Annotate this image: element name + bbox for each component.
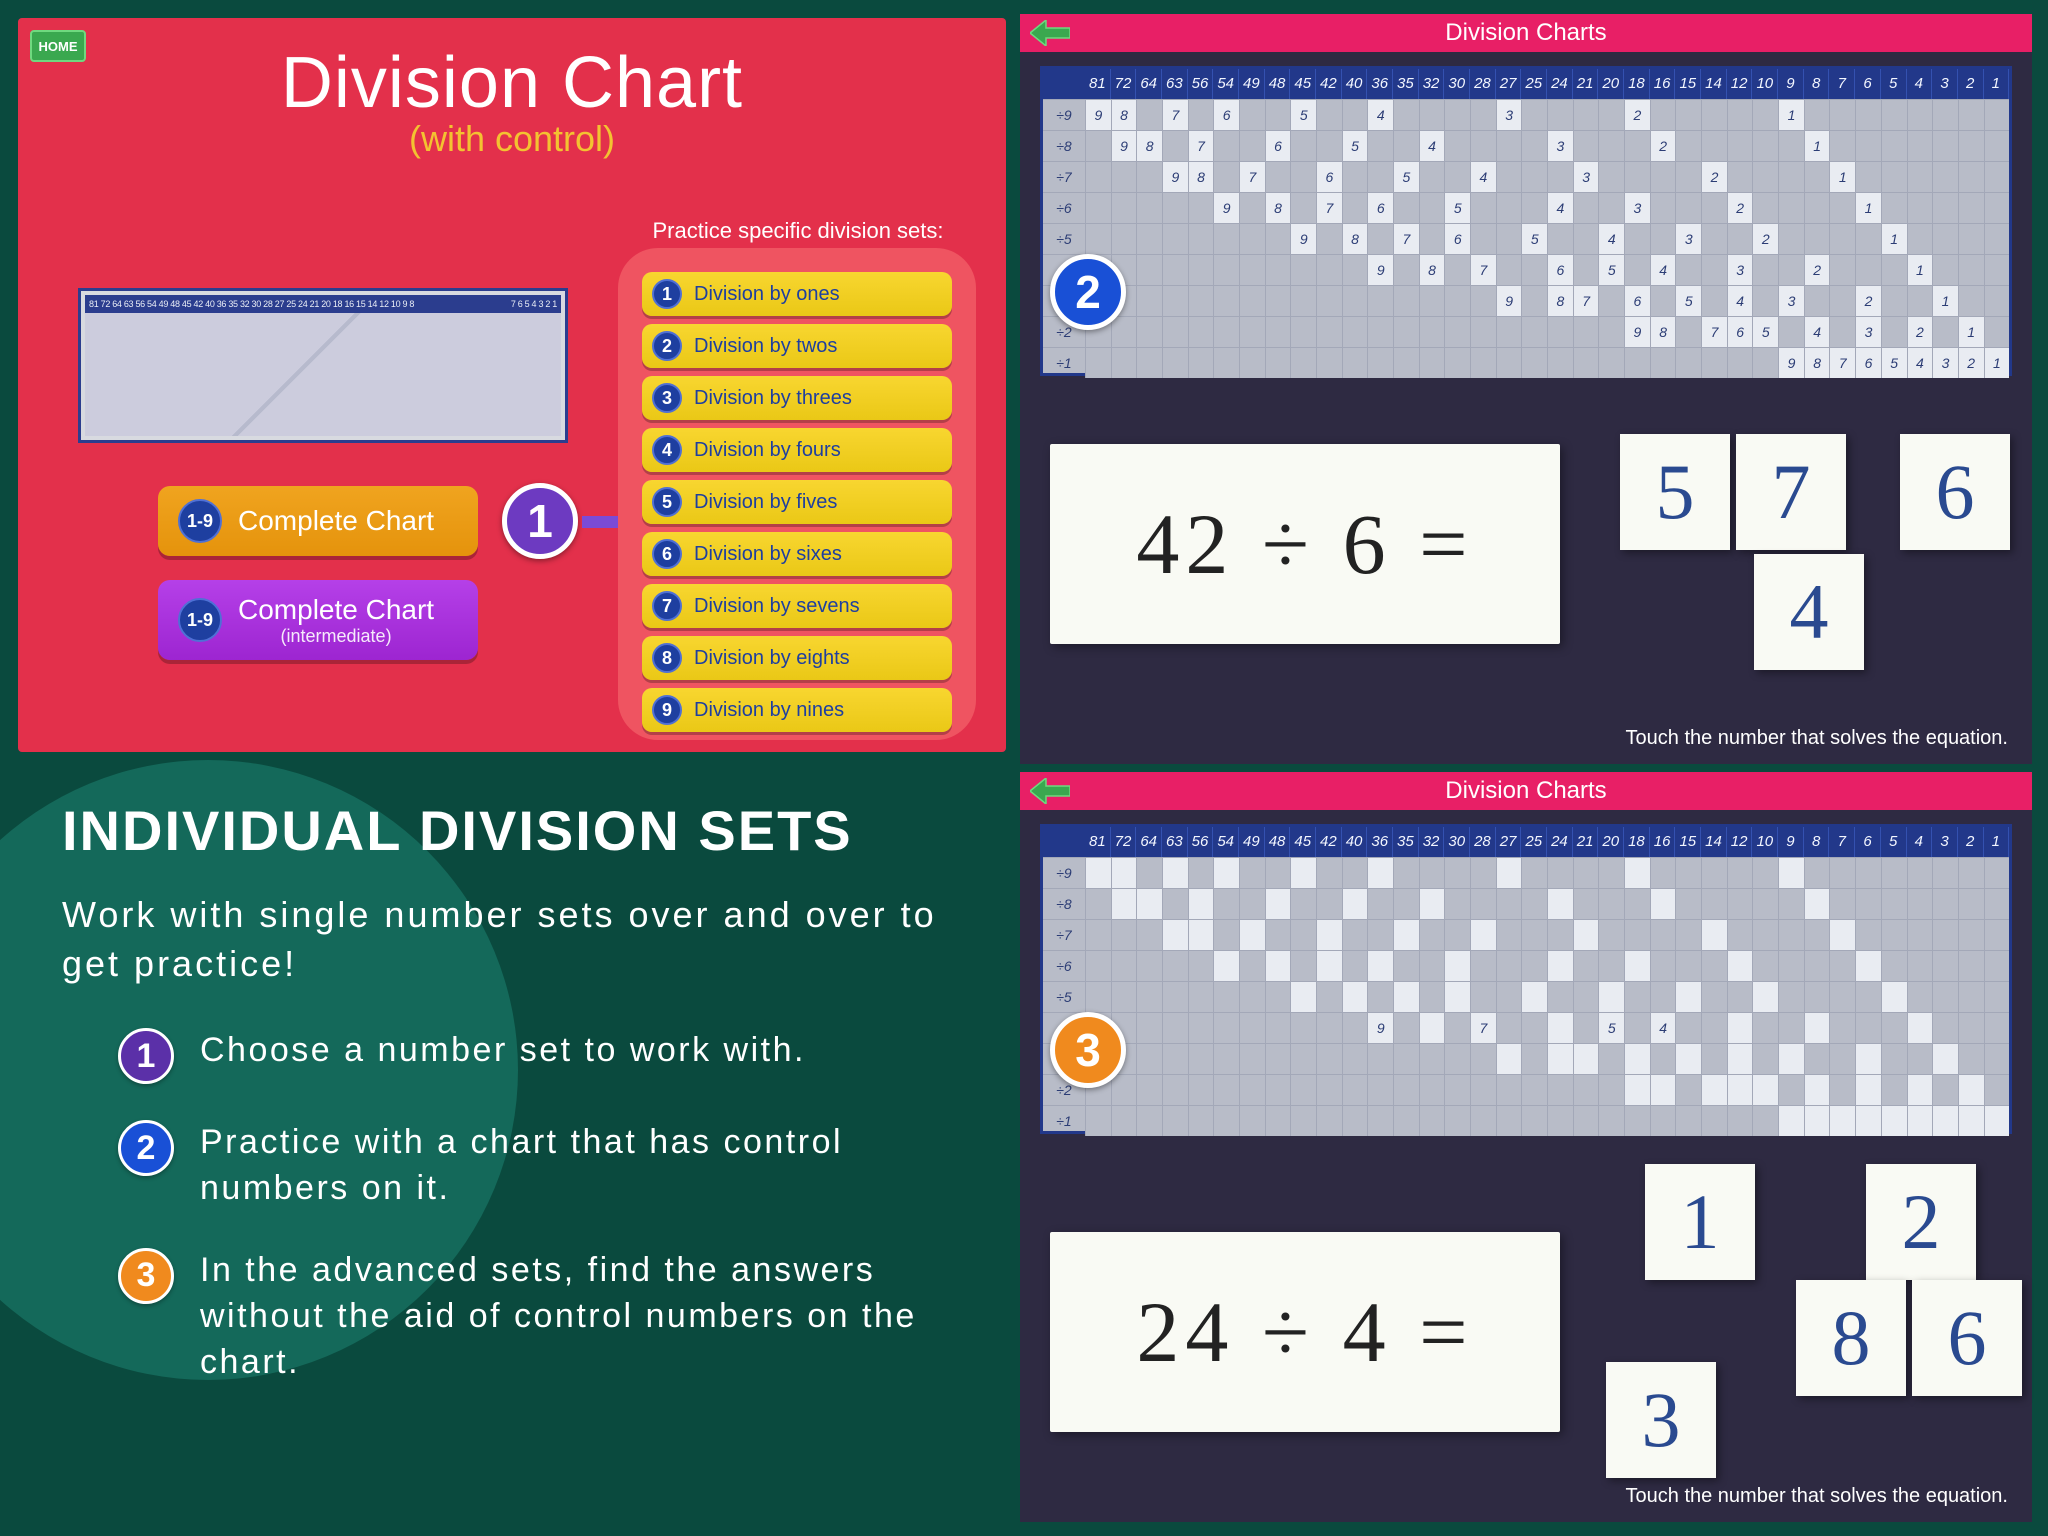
pill-number-icon: 3 <box>652 383 682 413</box>
explanation-panel: INDIVIDUAL DIVISION SETS Work with singl… <box>18 770 1008 1520</box>
complete-chart-label: Complete Chart <box>238 505 434 537</box>
division-set-4[interactable]: 4 Division by fours <box>642 428 952 472</box>
page-subtitle: (with control) <box>18 118 1006 160</box>
equation-card: 24 ÷ 4 = <box>1050 1232 1560 1432</box>
menu-panel: HOME Division Chart (with control) 81 72… <box>18 18 1006 752</box>
answer-tile-7[interactable]: 7 <box>1736 434 1846 550</box>
pill-number-icon: 5 <box>652 487 682 517</box>
page-title: Division Chart <box>18 42 1006 124</box>
pill-number-icon: 1 <box>652 279 682 309</box>
pill-label: Division by sevens <box>694 595 860 618</box>
complete-chart-button[interactable]: 1-9 Complete Chart <box>158 486 478 556</box>
home-label: HOME <box>39 39 78 54</box>
step-text: Practice with a chart that has control n… <box>200 1120 938 1212</box>
app-bar-title: Division Charts <box>1445 19 1606 47</box>
answer-tile-4[interactable]: 4 <box>1754 554 1864 670</box>
home-button[interactable]: HOME <box>30 30 86 62</box>
pill-label: Division by twos <box>694 335 837 358</box>
step-number-icon: 3 <box>118 1248 174 1304</box>
instruction-text: Touch the number that solves the equatio… <box>1626 1485 2008 1508</box>
pill-label: Division by fives <box>694 491 837 514</box>
step-3-badge: 3 <box>1050 1012 1126 1088</box>
division-set-3[interactable]: 3 Division by threes <box>642 376 952 420</box>
instruction-text: Touch the number that solves the equatio… <box>1626 727 2008 750</box>
division-set-6[interactable]: 6 Division by sixes <box>642 532 952 576</box>
practice-screen-advanced: Division Charts 817264635654494845424036… <box>1020 772 2032 1522</box>
thumb-header: 81 72 64 63 56 54 49 48 45 42 40 36 35 3… <box>85 295 561 313</box>
answer-tile-6[interactable]: 6 <box>1900 434 2010 550</box>
step-text: Choose a number set to work with. <box>200 1028 806 1084</box>
answer-tile-5[interactable]: 5 <box>1620 434 1730 550</box>
pill-number-icon: 8 <box>652 643 682 673</box>
pill-label: Division by ones <box>694 283 840 306</box>
division-chart: 8172646356544948454240363532302827252421… <box>1040 66 2012 376</box>
complete-chart-intermediate-button[interactable]: 1-9 Complete Chart (intermediate) <box>158 580 478 660</box>
back-arrow-icon[interactable] <box>1030 778 1070 804</box>
range-badge: 1-9 <box>178 499 222 543</box>
pill-number-icon: 2 <box>652 331 682 361</box>
back-arrow-icon[interactable] <box>1030 20 1070 46</box>
pill-number-icon: 9 <box>652 695 682 725</box>
equation-card: 42 ÷ 6 = <box>1050 444 1560 644</box>
step-number-icon: 1 <box>118 1028 174 1084</box>
practice-header: Practice specific division sets: <box>628 218 968 244</box>
pill-number-icon: 7 <box>652 591 682 621</box>
practice-set-list: 1 Division by ones 2 Division by twos 3 Di… <box>618 248 976 740</box>
pill-label: Division by fours <box>694 439 841 462</box>
division-set-2[interactable]: 2 Division by twos <box>642 324 952 368</box>
answer-tile-8[interactable]: 8 <box>1796 1280 1906 1396</box>
pill-label: Division by nines <box>694 699 844 722</box>
division-set-5[interactable]: 5 Division by fives <box>642 480 952 524</box>
explain-step-1: 1 Choose a number set to work with. <box>118 1028 938 1084</box>
app-bar-title: Division Charts <box>1445 777 1606 805</box>
pill-label: Division by threes <box>694 387 852 410</box>
division-set-9[interactable]: 9 Division by nines <box>642 688 952 732</box>
answer-tile-1[interactable]: 1 <box>1645 1164 1755 1280</box>
division-set-1[interactable]: 1 Division by ones <box>642 272 952 316</box>
explanation-lead: Work with single number sets over and ov… <box>62 891 968 988</box>
practice-screen-control: Division Charts 817264635654494845424036… <box>1020 14 2032 764</box>
explain-step-3: 3 In the advanced sets, find the answers… <box>118 1248 938 1386</box>
step-1-badge: 1 <box>502 483 578 559</box>
step-number-icon: 2 <box>118 1120 174 1176</box>
pill-number-icon: 4 <box>652 435 682 465</box>
app-title-bar: Division Charts <box>1020 14 2032 52</box>
answer-tile-3[interactable]: 3 <box>1606 1362 1716 1478</box>
division-set-7[interactable]: 7 Division by sevens <box>642 584 952 628</box>
answer-tile-6[interactable]: 6 <box>1912 1280 2022 1396</box>
range-badge: 1-9 <box>178 598 222 642</box>
step-2-badge: 2 <box>1050 254 1126 330</box>
step-text: In the advanced sets, find the answers w… <box>200 1248 938 1386</box>
division-chart: 8172646356544948454240363532302827252421… <box>1040 824 2012 1134</box>
intermediate-line2: (intermediate) <box>238 626 434 647</box>
pill-number-icon: 6 <box>652 539 682 569</box>
intermediate-line1: Complete Chart <box>238 594 434 626</box>
explanation-title: INDIVIDUAL DIVISION SETS <box>62 798 1008 863</box>
explain-step-2: 2 Practice with a chart that has control… <box>118 1120 938 1212</box>
pill-label: Division by sixes <box>694 543 842 566</box>
answer-tile-2[interactable]: 2 <box>1866 1164 1976 1280</box>
app-title-bar: Division Charts <box>1020 772 2032 810</box>
division-set-8[interactable]: 8 Division by eights <box>642 636 952 680</box>
chart-thumbnail: 81 72 64 63 56 54 49 48 45 42 40 36 35 3… <box>78 288 568 443</box>
pill-label: Division by eights <box>694 647 850 670</box>
